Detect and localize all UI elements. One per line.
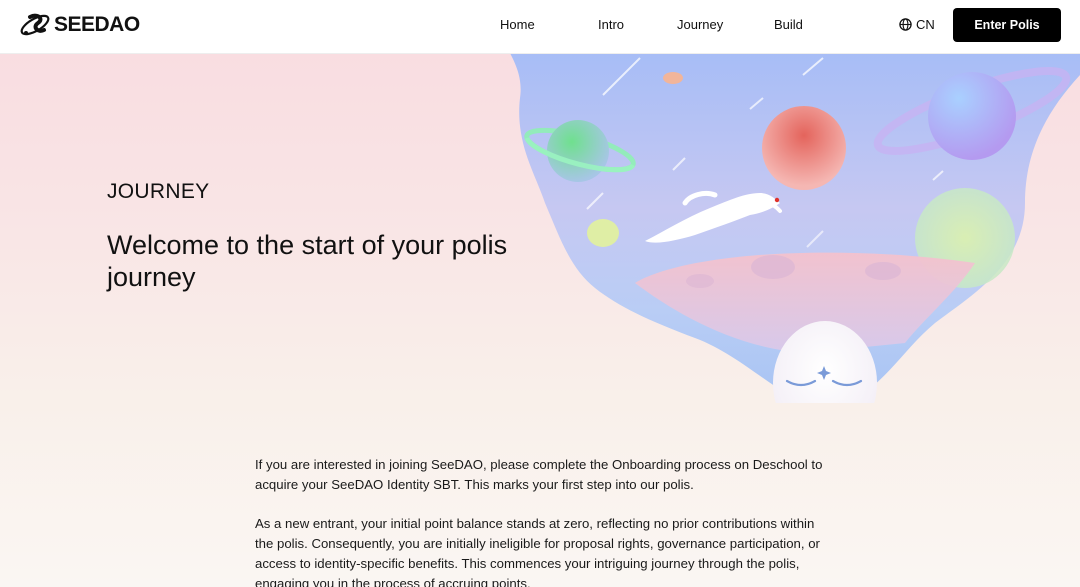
hero-section: JOURNEY Welcome to the start of your pol… [0, 53, 1080, 587]
section-label: JOURNEY [107, 180, 210, 203]
enter-polis-button[interactable]: Enter Polis [953, 8, 1061, 42]
nav-intro[interactable]: Intro [598, 17, 624, 32]
nav-home[interactable]: Home [500, 17, 535, 32]
globe-icon [899, 18, 912, 31]
hero-title: Welcome to the start of your polis journ… [107, 230, 508, 292]
space-rabbit-illustration [510, 53, 1080, 403]
top-navbar: SEEDAO Home Intro Journey Build CN Enter… [0, 0, 1080, 54]
language-switch[interactable]: CN [899, 17, 935, 32]
logo-text: SEEDAO [54, 13, 140, 36]
nav-journey[interactable]: Journey [677, 17, 723, 32]
intro-paragraph-2: As a new entrant, your initial point bal… [255, 516, 820, 587]
seedao-logo-icon [20, 13, 50, 36]
seedao-logo[interactable]: SEEDAO [18, 11, 140, 39]
language-label: CN [916, 17, 935, 32]
intro-paragraph-1: If you are interested in joining SeeDAO,… [255, 457, 823, 492]
nav-build[interactable]: Build [774, 17, 803, 32]
